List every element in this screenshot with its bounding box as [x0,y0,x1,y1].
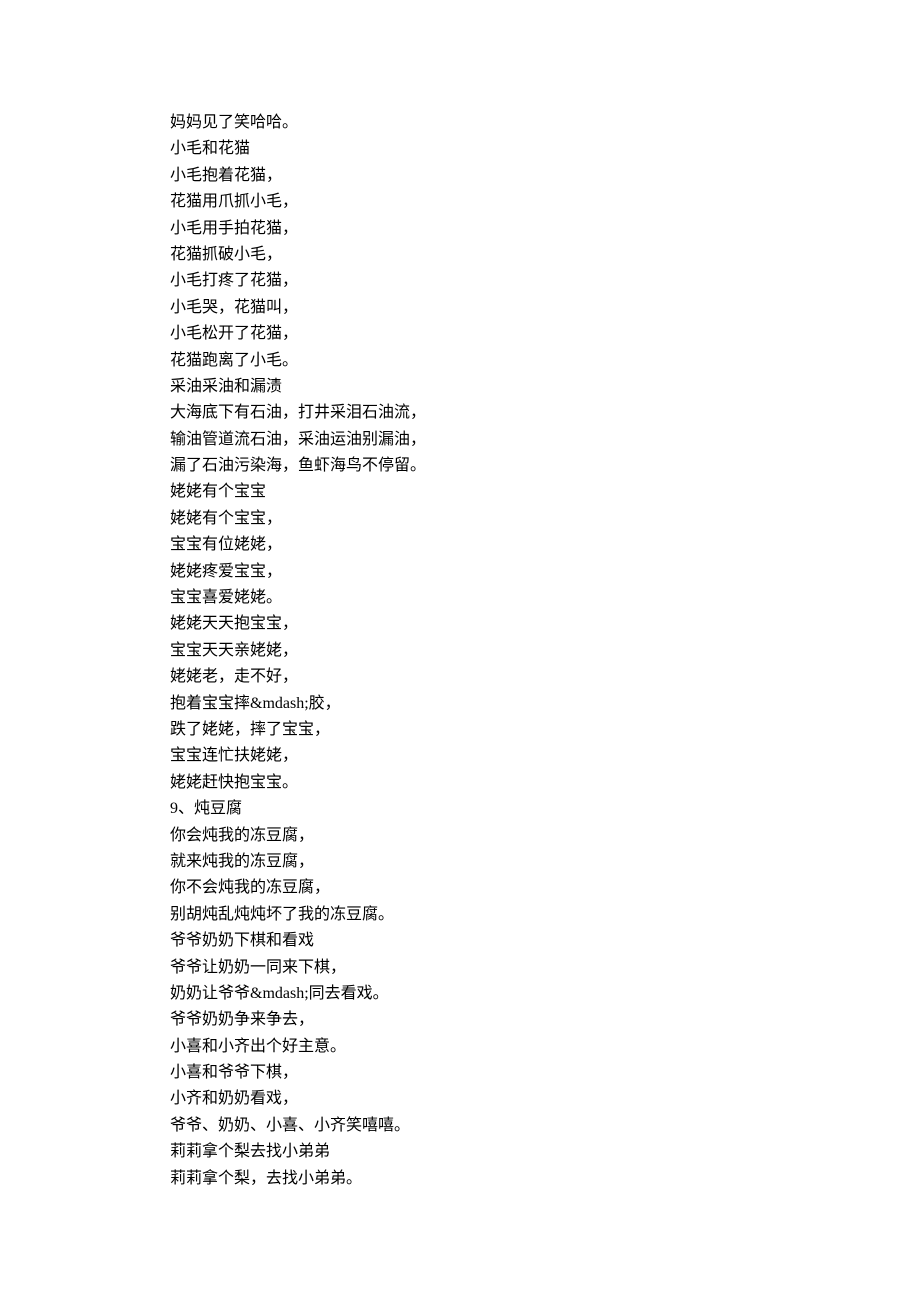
document-page: 妈妈见了笑哈哈。小毛和花猫小毛抱着花猫，花猫用爪抓小毛，小毛用手拍花猫，花猫抓破… [0,0,750,1192]
text-line: 9、炖豆腐 [170,796,750,822]
text-line: 小毛松开了花猫， [170,321,750,347]
text-line: 莉莉拿个梨，去找小弟弟。 [170,1166,750,1192]
text-line: 大海底下有石油，打井采泪石油流， [170,400,750,426]
text-line: 姥姥天天抱宝宝， [170,611,750,637]
text-line: 小毛抱着花猫， [170,163,750,189]
text-line: 小喜和小齐出个好主意。 [170,1034,750,1060]
text-line: 姥姥赶快抱宝宝。 [170,770,750,796]
text-line: 姥姥老，走不好， [170,664,750,690]
text-line: 宝宝有位姥姥， [170,532,750,558]
text-line: 抱着宝宝摔&mdash;胶， [170,691,750,717]
text-line: 花猫用爪抓小毛， [170,189,750,215]
text-line: 小毛用手拍花猫， [170,216,750,242]
text-line: 爷爷奶奶争来争去， [170,1007,750,1033]
text-line: 莉莉拿个梨去找小弟弟 [170,1139,750,1165]
text-line: 就来炖我的冻豆腐， [170,849,750,875]
text-line: 采油采油和漏渍 [170,374,750,400]
text-line: 小喜和爷爷下棋， [170,1060,750,1086]
text-line: 漏了石油污染海，鱼虾海鸟不停留。 [170,453,750,479]
text-line: 小齐和奶奶看戏， [170,1086,750,1112]
text-line: 小毛和花猫 [170,136,750,162]
text-line: 姥姥有个宝宝， [170,506,750,532]
text-line: 你不会炖我的冻豆腐， [170,875,750,901]
text-line: 别胡炖乱炖炖坏了我的冻豆腐。 [170,902,750,928]
text-line: 花猫抓破小毛， [170,242,750,268]
text-line: 你会炖我的冻豆腐， [170,823,750,849]
text-line: 宝宝连忙扶姥姥， [170,743,750,769]
text-line: 输油管道流石油，采油运油别漏油， [170,427,750,453]
text-line: 爷爷让奶奶一同来下棋， [170,955,750,981]
text-line: 花猫跑离了小毛。 [170,348,750,374]
text-line: 妈妈见了笑哈哈。 [170,110,750,136]
text-line: 宝宝天天亲姥姥， [170,638,750,664]
text-line: 小毛哭，花猫叫， [170,295,750,321]
text-line: 姥姥疼爱宝宝， [170,559,750,585]
text-line: 宝宝喜爱姥姥。 [170,585,750,611]
text-line: 小毛打疼了花猫， [170,268,750,294]
text-line: 奶奶让爷爷&mdash;同去看戏。 [170,981,750,1007]
text-line: 姥姥有个宝宝 [170,479,750,505]
text-line: 跌了姥姥，摔了宝宝， [170,717,750,743]
text-line: 爷爷奶奶下棋和看戏 [170,928,750,954]
text-line: 爷爷、奶奶、小喜、小齐笑嘻嘻。 [170,1113,750,1139]
